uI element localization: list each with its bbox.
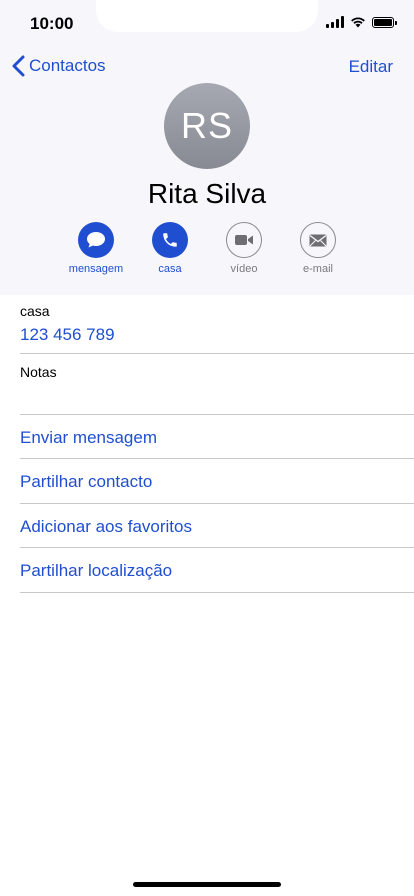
status-time: 10:00 xyxy=(30,14,74,33)
divider xyxy=(20,547,414,548)
divider xyxy=(20,503,414,504)
divider xyxy=(20,458,414,459)
divider xyxy=(20,353,414,354)
avatar: RS xyxy=(164,83,250,169)
send-message-link[interactable]: Enviar mensagem xyxy=(20,428,157,448)
video-action-label: vídeo xyxy=(230,263,258,275)
signal-icon xyxy=(326,16,344,28)
phone-number-link[interactable]: 123 456 789 xyxy=(20,325,115,345)
home-indicator[interactable] xyxy=(133,882,281,887)
status-icons xyxy=(326,16,397,28)
contact-name: Rita Silva xyxy=(147,178,267,209)
chevron-left-icon xyxy=(12,55,25,77)
email-action-button[interactable]: e-mail xyxy=(281,222,355,275)
battery-icon xyxy=(372,16,397,28)
video-action-button[interactable]: vídeo xyxy=(207,222,281,275)
back-label: Contactos xyxy=(29,56,106,75)
call-action-button[interactable]: casa xyxy=(133,222,207,275)
edit-button[interactable]: Editar xyxy=(349,57,393,77)
wifi-icon xyxy=(351,17,365,28)
phone-icon xyxy=(152,222,188,258)
phone-type-label: casa xyxy=(20,303,50,319)
divider xyxy=(20,592,414,593)
share-contact-link[interactable]: Partilhar contacto xyxy=(20,472,152,492)
email-action-label: e-mail xyxy=(303,263,333,275)
quick-actions: mensagem casa vídeo e-mail xyxy=(0,222,414,282)
notes-field[interactable]: Notas xyxy=(20,364,57,380)
add-to-favorites-link[interactable]: Adicionar aos favoritos xyxy=(20,517,192,537)
back-button[interactable]: Contactos xyxy=(12,55,106,77)
divider xyxy=(20,414,414,415)
call-action-label: casa xyxy=(158,263,182,275)
mail-icon xyxy=(300,222,336,258)
share-location-link[interactable]: Partilhar localização xyxy=(20,561,172,581)
message-action-label: mensagem xyxy=(68,263,124,275)
video-icon xyxy=(226,222,262,258)
message-icon xyxy=(78,222,114,258)
message-action-button[interactable]: mensagem xyxy=(59,222,133,275)
avatar-initials: RS xyxy=(180,105,233,146)
device-notch xyxy=(96,0,318,32)
